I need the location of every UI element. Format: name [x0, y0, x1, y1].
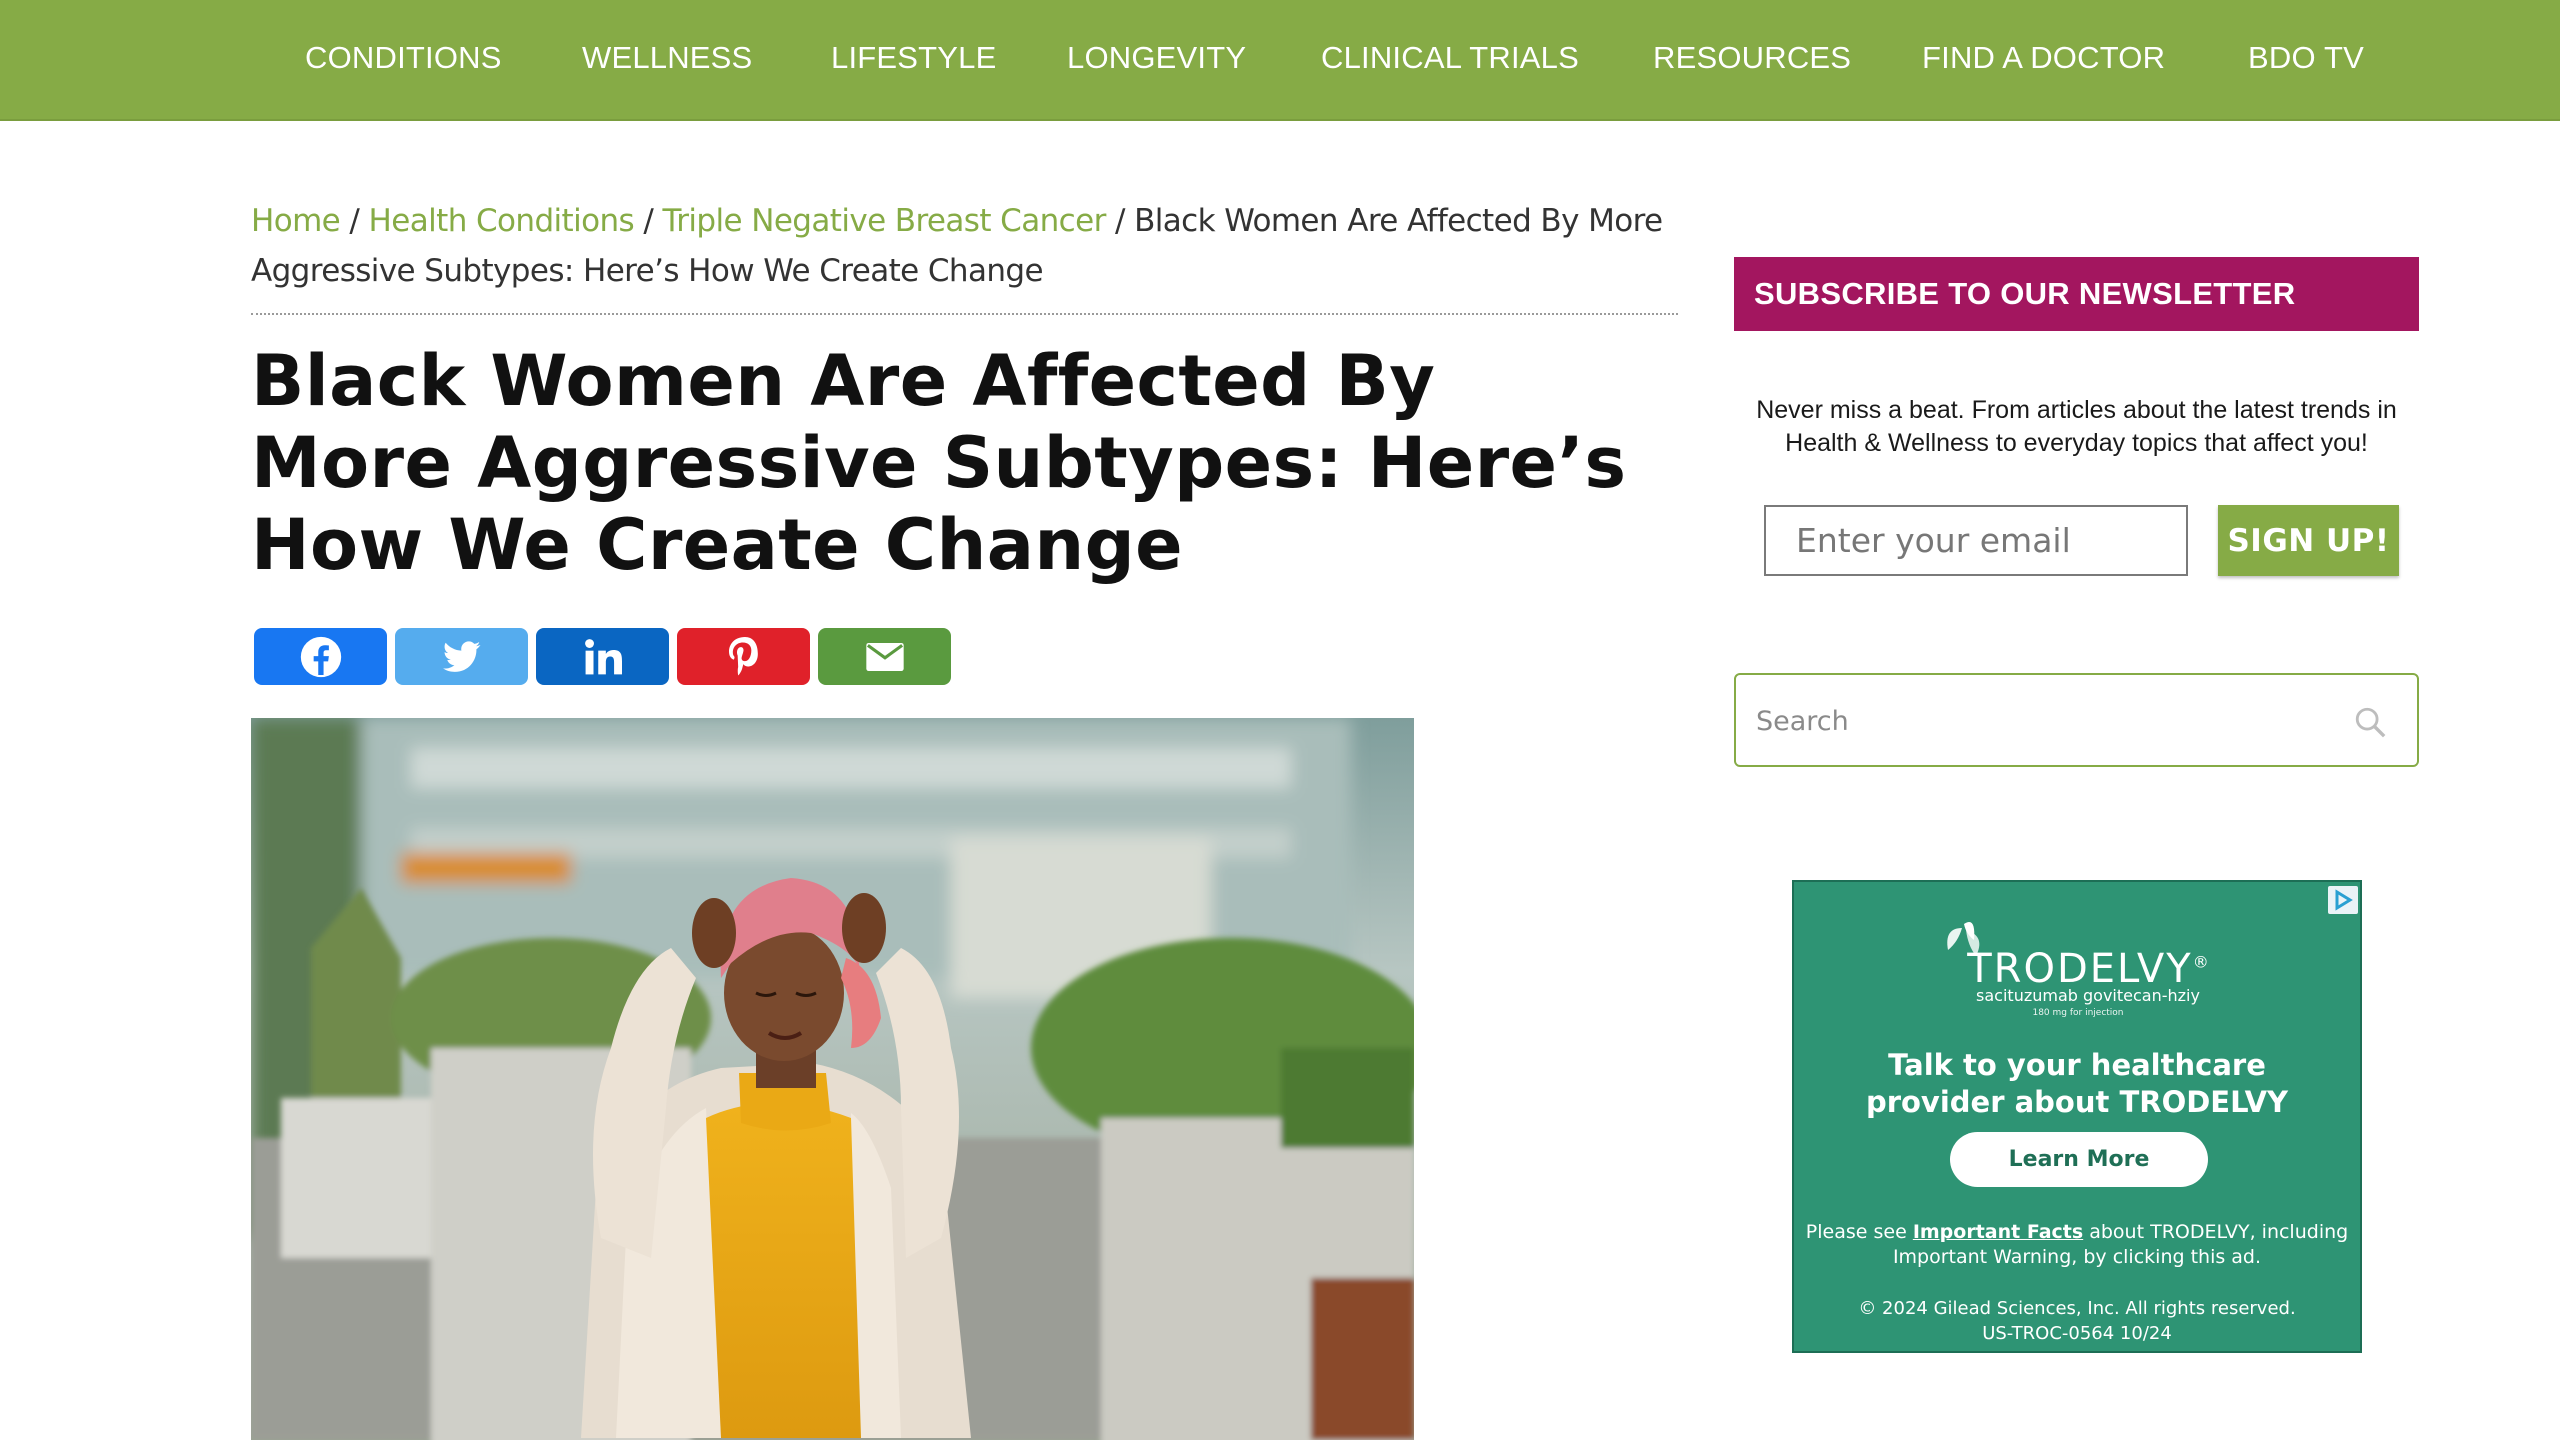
nav-item-find-a-doctor[interactable]: FIND A DOCTOR	[1922, 0, 2165, 119]
linkedin-icon	[584, 638, 622, 674]
breadcrumb-home[interactable]: Home	[251, 203, 341, 239]
newsletter-signup-button[interactable]: SIGN UP!	[2218, 505, 2399, 576]
article-hero-image	[251, 718, 1414, 1440]
share-facebook-button[interactable]	[254, 628, 387, 685]
top-navigation: CONDITIONS WELLNESS LIFESTYLE LONGEVITY …	[0, 0, 2560, 121]
share-linkedin-button[interactable]	[536, 628, 669, 685]
twitter-icon	[442, 640, 480, 672]
ad-important-facts-note: Please see Important Facts about TRODELV…	[1805, 1221, 2349, 1268]
nav-item-wellness[interactable]: WELLNESS	[582, 0, 752, 119]
breadcrumb: Home / Health Conditions / Triple Negati…	[251, 196, 1681, 296]
nav-item-longevity[interactable]: LONGEVITY	[1067, 0, 1246, 119]
ad-important-facts-link[interactable]: Important Facts	[1913, 1221, 2083, 1243]
ad-headline: Talk to your healthcare provider about T…	[1865, 1048, 2289, 1119]
breadcrumb-triple-negative-breast-cancer[interactable]: Triple Negative Breast Cancer	[662, 203, 1106, 239]
share-email-button[interactable]	[818, 628, 951, 685]
breadcrumb-separator: /	[643, 203, 654, 239]
nav-item-bdo-tv[interactable]: BDO TV	[2248, 0, 2364, 119]
newsletter-description: Never miss a beat. From articles about t…	[1756, 396, 2397, 457]
share-twitter-button[interactable]	[395, 628, 528, 685]
article-title: Black Women Are Affected By More Aggress…	[251, 340, 1627, 586]
sidebar-search	[1734, 673, 2419, 767]
nav-item-resources[interactable]: RESOURCES	[1653, 0, 1851, 119]
newsletter-email-input[interactable]	[1764, 505, 2188, 576]
breadcrumb-separator: /	[349, 203, 360, 239]
nav-item-conditions[interactable]: CONDITIONS	[305, 0, 502, 119]
ad-dose: 180 mg for injection	[2032, 1008, 2124, 1018]
nav-item-clinical-trials[interactable]: CLINICAL TRIALS	[1321, 0, 1579, 119]
newsletter-heading: SUBSCRIBE TO OUR NEWSLETTER	[1734, 257, 2419, 331]
facebook-icon	[300, 636, 341, 677]
email-icon	[865, 642, 904, 671]
breadcrumb-separator: /	[1114, 203, 1125, 239]
pinterest-icon	[728, 636, 758, 675]
ad-copyright: © 2024 Gilead Sciences, Inc. All rights …	[1858, 1298, 2296, 1344]
breadcrumb-health-conditions[interactable]: Health Conditions	[369, 203, 635, 239]
share-pinterest-button[interactable]	[677, 628, 810, 685]
ad-learn-more-button[interactable]: Learn More	[1950, 1132, 2208, 1187]
adchoices-icon[interactable]	[2328, 886, 2358, 914]
ad-generic-name: sacituzumab govitecan-hziy	[1976, 986, 2200, 1005]
search-input[interactable]	[1754, 697, 2318, 745]
trodelvy-ad[interactable]: TRODELVY® sacituzumab govitecan-hziy 180…	[1792, 880, 2362, 1353]
breadcrumb-divider	[251, 313, 1678, 315]
search-icon[interactable]	[2353, 705, 2387, 739]
nav-item-lifestyle[interactable]: LIFESTYLE	[831, 0, 996, 119]
